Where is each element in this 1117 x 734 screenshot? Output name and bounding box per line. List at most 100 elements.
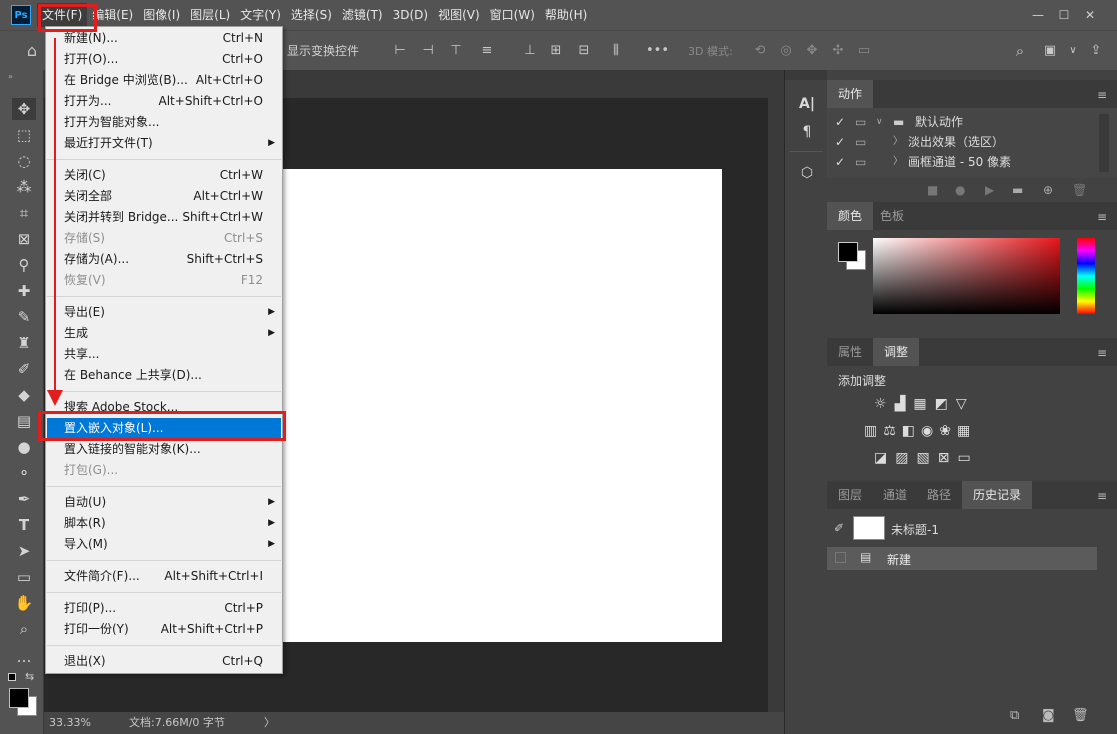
levels-icon[interactable]: ▟ <box>895 396 914 412</box>
tab-layers[interactable]: 图层 <box>827 481 873 509</box>
file-menu-item[interactable]: 关闭(C) Ctrl+W <box>47 165 281 186</box>
file-menu-item[interactable]: 在 Behance 上共享(D)... <box>47 365 281 386</box>
dialog-toggle-icon[interactable]: ▭ <box>855 112 866 132</box>
3d-slide-icon[interactable]: ✣ <box>828 41 848 61</box>
check-icon[interactable]: ✓ <box>835 112 845 132</box>
minimize-icon[interactable]: — <box>1025 5 1051 25</box>
invert-icon[interactable]: ◪ <box>874 450 895 466</box>
show-transform-label[interactable]: 显示变换控件 <box>287 42 359 59</box>
close-icon[interactable]: ✕ <box>1077 5 1103 25</box>
collapse-icon[interactable]: » <box>8 72 13 81</box>
check-icon[interactable]: ✓ <box>835 152 845 172</box>
color-field[interactable] <box>873 238 1060 314</box>
new-set-icon[interactable]: ▬ <box>1012 178 1023 202</box>
character-panel-icon[interactable]: A| <box>795 93 819 115</box>
new-action-icon[interactable]: ⊕ <box>1043 178 1053 202</box>
3d-orbit-icon[interactable]: ⟲ <box>750 41 770 61</box>
file-menu-item[interactable]: 导出(E) ▶ <box>47 302 281 323</box>
curves-icon[interactable]: ▦ <box>913 396 934 412</box>
menu-type[interactable]: 文字(Y) <box>235 3 286 27</box>
file-menu-item[interactable]: 打印一份(Y) Alt+Shift+Ctrl+P <box>47 619 281 640</box>
stamp-tool-icon[interactable]: ♜ <box>12 332 36 354</box>
file-menu-item[interactable]: 打开为... Alt+Shift+Ctrl+O <box>47 91 281 112</box>
stop-icon[interactable]: ■ <box>927 178 938 202</box>
action-row[interactable]: ✓ ▭ 〉 淡出效果（选区） <box>827 132 1097 152</box>
brush-tool-icon[interactable]: ✎ <box>12 306 36 328</box>
tab-color[interactable]: 颜色 <box>827 202 874 230</box>
gradient-map-icon[interactable]: ▭ <box>957 450 978 466</box>
menu-filter[interactable]: 滤镜(T) <box>337 3 388 27</box>
default-colors-icon[interactable] <box>8 673 16 681</box>
align-center-h-icon[interactable]: ⊣ <box>418 41 438 61</box>
zoom-tool-icon[interactable]: ⌕ <box>12 618 36 640</box>
menu-view[interactable]: 视图(V) <box>433 3 485 27</box>
healing-brush-tool-icon[interactable]: ✚ <box>12 280 36 302</box>
panel-menu-icon[interactable]: ≡ <box>1097 489 1107 503</box>
rectangle-tool-icon[interactable]: ▭ <box>12 566 36 588</box>
hue-slider[interactable] <box>1077 238 1095 314</box>
file-menu-item[interactable]: 打开为智能对象... <box>47 112 281 133</box>
path-selection-tool-icon[interactable]: ➤ <box>12 540 36 562</box>
channel-mixer-icon[interactable]: ❀ <box>939 423 957 439</box>
blur-tool-icon[interactable]: ● <box>12 436 36 458</box>
color-balance-icon[interactable]: ⚖ <box>883 423 902 439</box>
chevron-down-icon[interactable]: ∨ <box>1063 41 1083 61</box>
file-menu-item[interactable]: 退出(X) Ctrl+Q <box>47 651 281 672</box>
gradient-tool-icon[interactable]: ▤ <box>12 410 36 432</box>
tab-actions[interactable]: 动作 <box>827 80 874 108</box>
tab-history[interactable]: 历史记录 <box>962 481 1033 509</box>
file-menu-item[interactable]: 共享... <box>47 344 281 365</box>
tab-channels[interactable]: 通道 <box>872 481 918 509</box>
home-icon[interactable]: ⌂ <box>22 41 42 61</box>
color-lookup-icon[interactable]: ▦ <box>957 423 976 439</box>
posterize-icon[interactable]: ▨ <box>895 450 916 466</box>
zoom-level[interactable]: 33.33% <box>49 712 91 734</box>
distribute-v-icon[interactable]: ⫼ <box>606 41 626 61</box>
type-tool-icon[interactable]: T <box>12 514 36 536</box>
menu-window[interactable]: 窗口(W) <box>485 3 540 27</box>
delete-icon[interactable]: 🗑 <box>1072 178 1087 202</box>
marquee-tool-icon[interactable]: ⬚ <box>12 124 36 146</box>
3d-roll-icon[interactable]: ◎ <box>776 41 796 61</box>
file-menu-item[interactable]: 打开(O)... Ctrl+O <box>47 49 281 70</box>
history-brush-tool-icon[interactable]: ✐ <box>12 358 36 380</box>
file-menu-item[interactable]: 在 Bridge 中浏览(B)... Alt+Ctrl+O <box>47 70 281 91</box>
file-menu-item[interactable]: 生成 ▶ <box>47 323 281 344</box>
more-options-icon[interactable]: ••• <box>646 41 669 61</box>
frame-tool-icon[interactable]: ⊠ <box>12 228 36 250</box>
delete-icon[interactable]: 🗑 <box>1072 708 1089 723</box>
canvas[interactable] <box>283 169 722 642</box>
history-source-checkbox[interactable] <box>835 552 846 563</box>
file-menu-item[interactable]: 存储为(A)... Shift+Ctrl+S <box>47 249 281 270</box>
panel-menu-icon[interactable]: ≡ <box>1097 346 1107 360</box>
action-row[interactable]: ✓ ▭ ∨ ▬ 默认动作 <box>827 112 1097 132</box>
chevron-right-icon[interactable]: 〉 <box>893 152 903 172</box>
3d-panel-icon[interactable]: ⬡ <box>795 162 819 184</box>
workspace-icon[interactable]: ▣ <box>1040 41 1060 61</box>
file-menu-item[interactable]: 置入链接的智能对象(K)... <box>47 439 281 460</box>
file-menu-item[interactable]: 最近打开文件(T) ▶ <box>47 133 281 154</box>
snapshot-label[interactable]: 未标题-1 <box>891 521 939 538</box>
dialog-toggle-icon[interactable]: ▭ <box>855 152 866 172</box>
foreground-color-swatch[interactable] <box>9 688 29 708</box>
black-white-icon[interactable]: ◧ <box>902 423 921 439</box>
menu-layer[interactable]: 图层(L) <box>185 3 235 27</box>
tab-adjustments[interactable]: 调整 <box>873 338 920 366</box>
camera-icon[interactable]: ◙ <box>1042 708 1055 723</box>
new-document-icon[interactable]: ⧉ <box>1010 708 1019 723</box>
paragraph-panel-icon[interactable]: ¶ <box>795 121 819 143</box>
3d-camera-icon[interactable]: ▭ <box>854 41 874 61</box>
align-right-icon[interactable]: ⊤ <box>446 41 466 61</box>
dodge-tool-icon[interactable]: ⚬ <box>12 462 36 484</box>
selective-color-icon[interactable]: ⊠ <box>938 450 958 466</box>
3d-pan-icon[interactable]: ✥ <box>802 41 822 61</box>
status-menu-icon[interactable]: 〉 <box>264 712 275 734</box>
hand-tool-icon[interactable]: ✋ <box>12 592 36 614</box>
file-menu-item[interactable]: 自动(U) ▶ <box>47 492 281 513</box>
exposure-icon[interactable]: ◩ <box>935 396 956 412</box>
tab-swatches[interactable]: 色板 <box>869 202 915 230</box>
threshold-icon[interactable]: ▧ <box>916 450 937 466</box>
align-middle-icon[interactable]: ⊞ <box>546 41 566 61</box>
edit-toolbar-icon[interactable]: … <box>12 646 36 668</box>
align-bottom-icon[interactable]: ⊟ <box>574 41 594 61</box>
